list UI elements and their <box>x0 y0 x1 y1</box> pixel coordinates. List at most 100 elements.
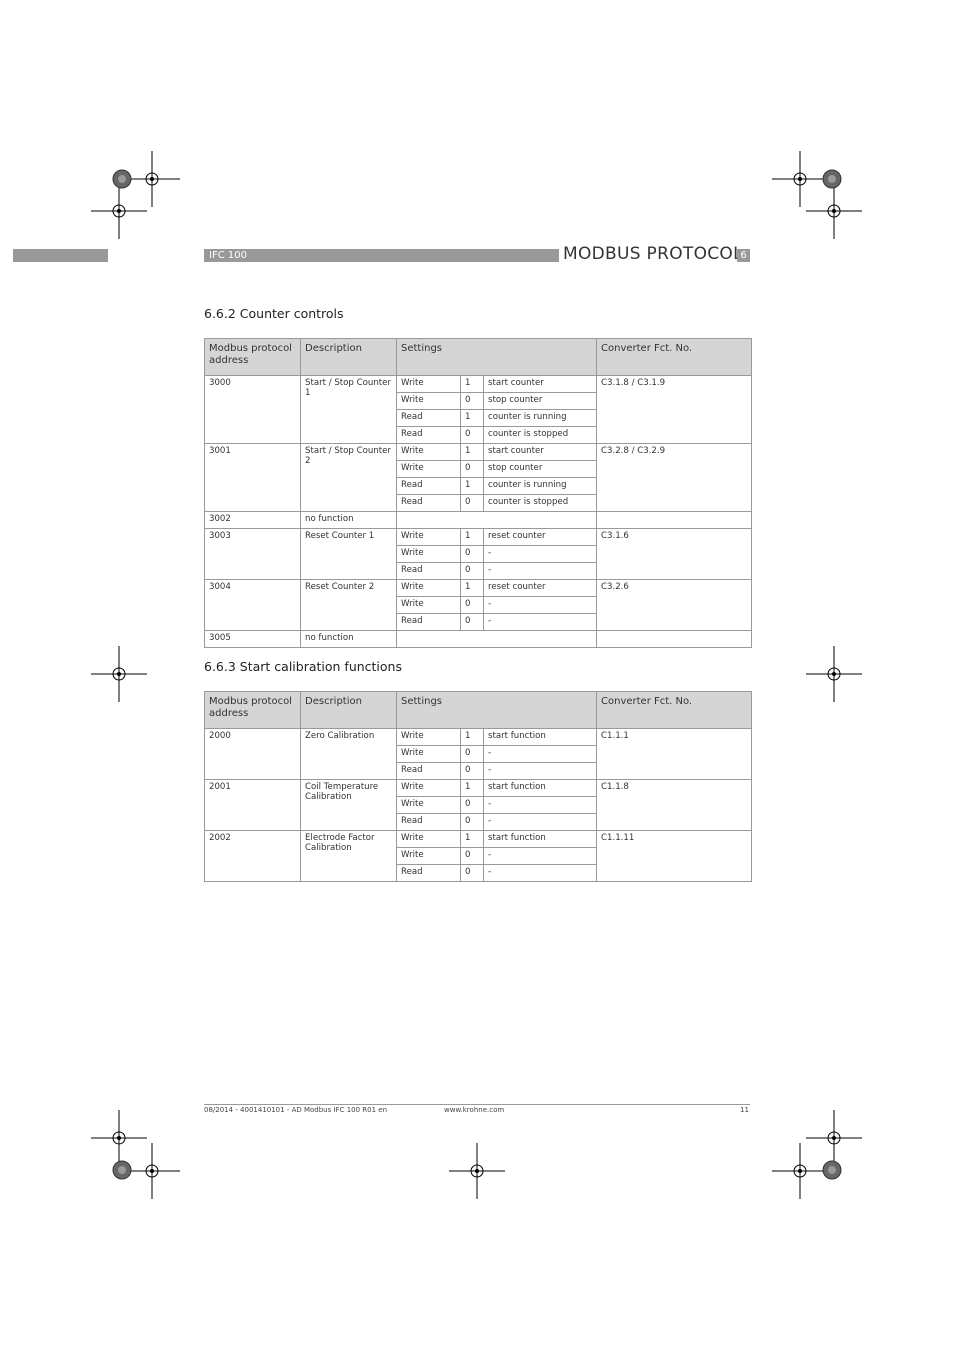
operation-cell: Write <box>396 443 461 461</box>
meaning-cell: stop counter <box>483 460 597 478</box>
address-cell: 2001 <box>204 779 301 831</box>
operation-cell: Read <box>396 409 461 427</box>
crosshair-icon <box>124 1143 180 1199</box>
meaning-cell: - <box>483 847 597 865</box>
color-target-icon <box>822 1160 842 1180</box>
section-title-calibration: 6.6.3 Start calibration functions <box>204 659 402 674</box>
column-header: Converter Fct. No. <box>596 338 752 376</box>
operation-cell: Write <box>396 779 461 797</box>
column-header: Settings <box>396 691 597 729</box>
description-cell: no function <box>300 511 397 529</box>
description-cell: no function <box>300 630 397 648</box>
operation-cell: Write <box>396 460 461 478</box>
operation-cell: Write <box>396 596 461 614</box>
converter-cell: C3.2.8 / C3.2.9 <box>596 443 752 512</box>
color-target-icon <box>112 1160 132 1180</box>
value-cell: 1 <box>460 443 484 461</box>
crosshair-icon <box>806 646 862 702</box>
table-row: 3000 Start / Stop Counter 1 Write 1 start co… <box>204 375 752 444</box>
table-row: 3004 Reset Counter 2 Write 1 reset counter C3… <box>204 579 752 631</box>
meaning-cell: reset counter <box>483 579 597 597</box>
crosshair-icon <box>91 183 147 239</box>
value-cell: 0 <box>460 392 484 410</box>
converter-cell: C1.1.1 <box>596 728 752 780</box>
operation-cell: Write <box>396 745 461 763</box>
meaning-cell: start counter <box>483 443 597 461</box>
meaning-cell: counter is stopped <box>483 494 597 512</box>
meaning-cell: - <box>483 813 597 831</box>
column-header: Description <box>300 338 397 376</box>
table-row: 3003 Reset Counter 1 Write 1 reset counter C3… <box>204 528 752 580</box>
address-cell: 2000 <box>204 728 301 780</box>
meaning-cell: start function <box>483 830 597 848</box>
description-cell: Start / Stop Counter 1 <box>300 375 397 444</box>
value-cell: 0 <box>460 596 484 614</box>
value-cell: 1 <box>460 528 484 546</box>
meaning-cell: - <box>483 762 597 780</box>
meaning-cell: - <box>483 745 597 763</box>
operation-cell: Read <box>396 426 461 444</box>
column-header: Description <box>300 691 397 729</box>
meaning-cell: start counter <box>483 375 597 393</box>
meaning-cell: - <box>483 613 597 631</box>
meaning-cell: - <box>483 864 597 882</box>
meaning-cell: reset counter <box>483 528 597 546</box>
footer-divider <box>204 1104 750 1105</box>
meaning-cell: - <box>483 562 597 580</box>
address-cell: 3000 <box>204 375 301 444</box>
value-cell: 0 <box>460 745 484 763</box>
value-cell: 0 <box>460 847 484 865</box>
value-cell: 1 <box>460 728 484 746</box>
column-header: Converter Fct. No. <box>596 691 752 729</box>
column-header: Modbus protocol address <box>204 691 301 729</box>
value-cell: 1 <box>460 375 484 393</box>
table-row: 3001 Start / Stop Counter 2 Write 1 start co… <box>204 443 752 512</box>
address-cell: 3002 <box>204 511 301 529</box>
crosshair-icon <box>806 183 862 239</box>
converter-cell: C3.1.8 / C3.1.9 <box>596 375 752 444</box>
operation-cell: Write <box>396 375 461 393</box>
address-cell: 3005 <box>204 630 301 648</box>
value-cell: 1 <box>460 830 484 848</box>
operation-cell: Write <box>396 796 461 814</box>
operation-cell: Read <box>396 762 461 780</box>
table-row: 2000 Zero Calibration Write 1 start function… <box>204 728 752 780</box>
meaning-cell: - <box>483 796 597 814</box>
operation-cell: Read <box>396 864 461 882</box>
crosshair-icon <box>449 1143 505 1199</box>
meaning-cell: - <box>483 596 597 614</box>
operation-cell: Read <box>396 813 461 831</box>
value-cell: 1 <box>460 409 484 427</box>
converter-cell: C3.1.6 <box>596 528 752 580</box>
meaning-cell: start function <box>483 779 597 797</box>
converter-cell: C1.1.8 <box>596 779 752 831</box>
meaning-cell: start function <box>483 728 597 746</box>
value-cell: 0 <box>460 762 484 780</box>
value-cell: 0 <box>460 864 484 882</box>
meaning-cell: stop counter <box>483 392 597 410</box>
operation-cell: Write <box>396 545 461 563</box>
value-cell: 1 <box>460 579 484 597</box>
footer-doc-id: 08/2014 - 4001410101 - AD Modbus IFC 100… <box>204 1106 388 1114</box>
value-cell: 1 <box>460 477 484 495</box>
header-bar-left <box>13 249 108 262</box>
header-row: Modbus protocol address Description Settin… <box>204 338 752 376</box>
operation-cell: Write <box>396 528 461 546</box>
description-cell: Zero Calibration <box>300 728 397 780</box>
description-cell: Electrode Factor Calibration <box>300 830 397 882</box>
value-cell: 0 <box>460 796 484 814</box>
operation-cell: Read <box>396 613 461 631</box>
operation-cell: Write <box>396 728 461 746</box>
value-cell: 0 <box>460 460 484 478</box>
converter-cell: C3.2.6 <box>596 579 752 631</box>
meaning-cell: - <box>483 545 597 563</box>
value-cell: 0 <box>460 813 484 831</box>
section-title-counter-controls: 6.6.2 Counter controls <box>204 306 344 321</box>
crosshair-icon <box>91 646 147 702</box>
description-cell: Reset Counter 1 <box>300 528 397 580</box>
address-cell: 3004 <box>204 579 301 631</box>
page-number: 11 <box>740 1106 749 1114</box>
header-row: Modbus protocol address Description Settin… <box>204 691 752 729</box>
address-cell: 3001 <box>204 443 301 512</box>
table-row: 2002 Electrode Factor Calibration Write 1st… <box>204 830 752 882</box>
